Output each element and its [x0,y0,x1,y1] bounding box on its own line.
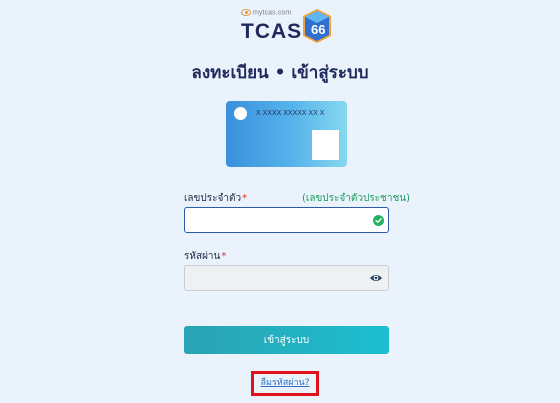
card-number-mask: X XXXX XXXXX XX X [256,110,325,117]
card-chip [234,107,247,120]
show-password-eye-icon[interactable] [369,273,383,283]
eye-logo-icon [241,9,251,16]
logo-66-badge: 66 [303,9,331,43]
password-input[interactable] [184,265,389,291]
id-card-illustration: X XXXX XXXXX XX X [226,101,347,167]
id-label: เลขประจำตัว* [184,191,247,206]
id-label-text: เลขประจำตัว [184,193,242,204]
forgot-password-link[interactable]: ลืมรหัสผ่าน? [254,374,316,393]
forgot-password-highlight: ลืมรหัสผ่าน? [251,371,319,396]
page-title: ลงทะเบียน • เข้าสู่ระบบ [191,63,369,83]
card-photo [312,130,339,160]
password-required-mark: * [221,251,227,262]
logo-site: mytcas.com [241,9,291,16]
id-required-mark: * [242,193,248,204]
login-button[interactable]: เข้าสู่ระบบ [184,326,389,354]
password-label: รหัสผ่าน* [184,249,226,264]
logo-word: TCAS [241,20,303,43]
logo-site-text: mytcas.com [253,9,292,17]
id-number-input[interactable] [184,207,389,233]
check-circle-icon [373,215,384,226]
id-hint: (เลขประจำตัวประชาชน) [302,193,410,204]
password-label-text: รหัสผ่าน [184,251,221,262]
logo-number: 66 [311,22,325,37]
tcas-logo: mytcas.com TCAS 66 [241,9,333,43]
